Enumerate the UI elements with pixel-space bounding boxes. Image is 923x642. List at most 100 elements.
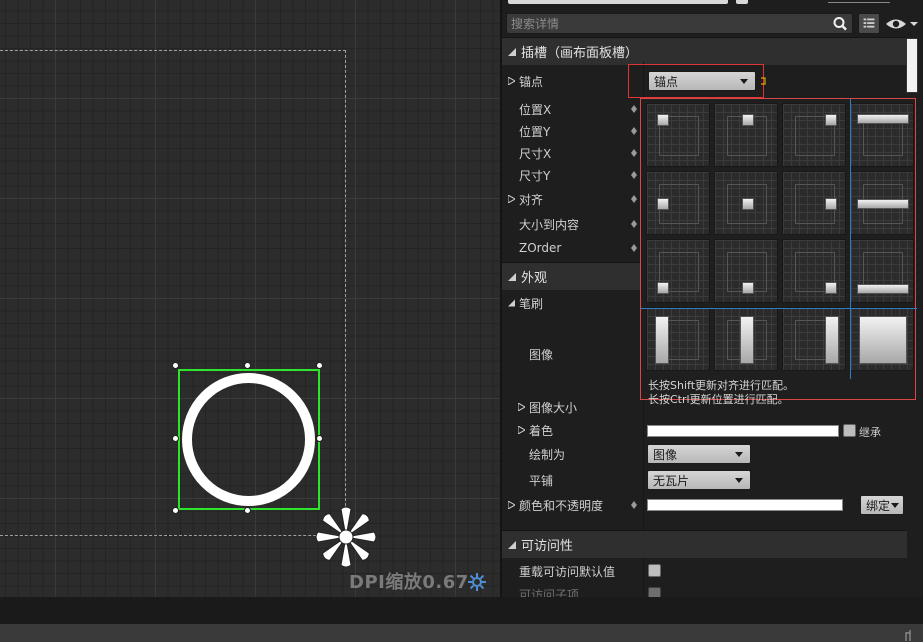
- search-box[interactable]: [506, 13, 853, 34]
- anchor-center[interactable]: [714, 171, 778, 235]
- anchor-flower-icon[interactable]: [312, 503, 380, 571]
- children-accessible-checkbox[interactable]: [648, 587, 661, 597]
- anchor-marker: [740, 316, 754, 364]
- anchor-fill[interactable]: [850, 307, 914, 371]
- tint-color-swatch[interactable]: [647, 425, 839, 437]
- tint-inherit-checkbox[interactable]: [843, 424, 856, 437]
- anchor-top-right[interactable]: [782, 103, 846, 167]
- guide-line-vertical: [850, 99, 851, 379]
- keyframe-diamond-icon[interactable]: [630, 194, 638, 204]
- resize-grip-icon[interactable]: [903, 628, 917, 642]
- anchor-marker: [825, 198, 837, 210]
- guide-line-horizontal: [641, 308, 917, 309]
- anchor-bottom-right[interactable]: [782, 239, 846, 303]
- anchor-top-center[interactable]: [714, 103, 778, 167]
- anchor-center-left[interactable]: [646, 171, 710, 235]
- anchor-marker: [742, 282, 754, 294]
- zorder-label: ZOrder: [519, 241, 562, 255]
- anchors-label: 锚点: [519, 74, 544, 89]
- dropdown-caret-icon: [740, 79, 748, 84]
- expand-arrow-icon[interactable]: [518, 403, 525, 411]
- section-slot-title: 插槽（画布面板槽）: [521, 46, 639, 61]
- anchor-bottom-stretch[interactable]: [850, 239, 914, 303]
- position-x-label: 位置X: [519, 102, 552, 117]
- draw-as-label: 绘制为: [529, 447, 566, 462]
- scrollbar-thumb[interactable]: [906, 38, 918, 93]
- anchor-marker: [825, 282, 837, 294]
- anchor-vcenter-stretch[interactable]: [714, 307, 778, 371]
- resize-handle-right[interactable]: [316, 435, 323, 442]
- anchor-marker: [825, 114, 837, 126]
- anchor-top-stretch[interactable]: [850, 103, 914, 167]
- reset-to-default-icon[interactable]: [760, 76, 768, 86]
- anchor-top-left[interactable]: [646, 103, 710, 167]
- keyframe-diamond-icon[interactable]: [630, 219, 638, 229]
- color-opacity-swatch[interactable]: [647, 499, 843, 511]
- bind-button[interactable]: 绑定: [860, 495, 904, 515]
- draw-as-dropdown[interactable]: 图像: [647, 444, 751, 464]
- expand-arrow-icon[interactable]: [508, 195, 515, 203]
- position-y-label: 位置Y: [519, 124, 551, 139]
- resize-handle-top-left[interactable]: [172, 362, 179, 369]
- is-variable-checkbox[interactable]: [736, 0, 748, 4]
- anchor-marker: [742, 198, 754, 210]
- anchor-marker: [857, 114, 909, 124]
- anchor-marker: [825, 316, 839, 364]
- expand-arrow-icon[interactable]: [518, 426, 525, 434]
- section-slot[interactable]: 插槽（画布面板槽）: [502, 37, 907, 65]
- eye-icon[interactable]: [884, 14, 918, 34]
- tiling-label: 平铺: [529, 473, 554, 488]
- top-strip: [502, 0, 923, 6]
- resize-handle-top[interactable]: [244, 362, 251, 369]
- keyframe-diamond-icon[interactable]: [630, 243, 638, 253]
- name-field[interactable]: [508, 0, 728, 4]
- anchor-bottom-center[interactable]: [714, 239, 778, 303]
- anchor-popup-hint: 长按Shift更新对齐进行匹配。 长按Ctrl更新位置进行匹配。: [648, 379, 794, 407]
- keyframe-diamond-icon[interactable]: [630, 104, 638, 114]
- override-accessibility-checkbox[interactable]: [648, 564, 661, 577]
- hint-shift: 长按Shift更新对齐进行匹配。: [648, 379, 795, 392]
- designer-canvas[interactable]: DPI缩放0.67: [0, 0, 500, 597]
- image-label: 图像: [529, 347, 554, 362]
- size-x-label: 尺寸X: [519, 146, 552, 161]
- resize-handle-left[interactable]: [172, 435, 179, 442]
- resize-handle-bottom-left[interactable]: [172, 507, 179, 514]
- anchors-dropdown[interactable]: 锚点: [648, 71, 756, 91]
- expand-arrow-icon[interactable]: [508, 501, 515, 509]
- grid-icon[interactable]: [858, 13, 880, 34]
- expand-arrow-icon[interactable]: [508, 77, 515, 85]
- anchor-center-stretch[interactable]: [850, 171, 914, 235]
- anchors-dropdown-value: 锚点: [654, 74, 679, 89]
- collapse-arrow-icon[interactable]: [508, 299, 515, 307]
- keyframe-diamond-icon[interactable]: [630, 148, 638, 158]
- brush-label: 笔刷: [519, 296, 544, 311]
- size-y-label: 尺寸Y: [519, 168, 551, 183]
- resize-handle-top-right[interactable]: [316, 362, 323, 369]
- dropdown-caret-icon: [891, 503, 899, 508]
- gear-icon[interactable]: [467, 572, 487, 592]
- keyframe-diamond-icon[interactable]: [630, 126, 638, 136]
- section-appearance-title: 外观: [521, 271, 548, 286]
- keyframe-diamond-icon[interactable]: [630, 170, 638, 180]
- anchor-right-stretch[interactable]: [782, 307, 846, 371]
- resize-handle-bottom[interactable]: [244, 507, 251, 514]
- section-accessibility[interactable]: 可访问性: [502, 530, 907, 558]
- anchor-center-right[interactable]: [782, 171, 846, 235]
- children-accessible-label: 可访问子项: [519, 587, 580, 598]
- tiling-value: 无瓦片: [653, 473, 690, 488]
- dpi-scale-label: DPI缩放0.67: [349, 572, 469, 593]
- tiling-dropdown[interactable]: 无瓦片: [647, 470, 751, 490]
- dropdown-caret-icon: [735, 478, 743, 483]
- keyframe-diamond-icon[interactable]: [630, 500, 638, 510]
- anchor-left-stretch[interactable]: [646, 307, 710, 371]
- row-override-accessibility: 重载可访问默认值: [502, 560, 907, 582]
- tint-inherit-label: 继承: [859, 426, 881, 439]
- bind-button-label: 绑定: [866, 498, 891, 513]
- search-icon[interactable]: [832, 16, 848, 32]
- search-input[interactable]: [511, 16, 821, 32]
- anchor-marker: [657, 114, 669, 126]
- collapse-arrow-icon: [508, 47, 516, 56]
- circle-image-widget[interactable]: [182, 373, 315, 506]
- anchor-bottom-left[interactable]: [646, 239, 710, 303]
- collapse-arrow-icon: [508, 272, 516, 281]
